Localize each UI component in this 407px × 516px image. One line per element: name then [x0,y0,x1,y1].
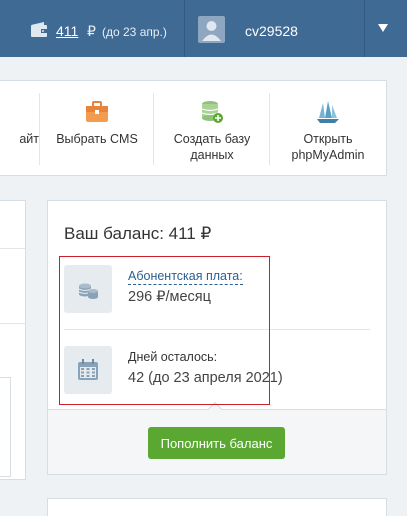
divider [0,323,25,324]
avatar [198,16,225,43]
quick-actions-bar: айт Выбрать CMS Создать базу данных Откр… [0,80,387,176]
left-panel-inner-box [0,377,11,477]
balance-widget[interactable]: 411 ₽ (до 23 апр.) [12,0,184,57]
user-menu[interactable]: cv29528 [184,0,364,57]
quick-action-partial[interactable]: айт [0,81,39,175]
quick-action-choose-cms[interactable]: Выбрать CMS [41,81,153,175]
briefcase-icon [86,101,108,122]
balance-currency: ₽ [87,23,96,39]
card-footer: Пополнить баланс [48,401,386,474]
quick-action-label: Открыть phpMyAdmin [291,132,365,162]
username: cv29528 [245,23,298,39]
quick-action-open-phpmyadmin[interactable]: Открыть phpMyAdmin [271,81,385,175]
balance-amount[interactable]: 411 [56,23,78,39]
top-up-balance-button[interactable]: Пополнить баланс [148,427,285,459]
phpmyadmin-sailboat-icon [317,101,339,123]
top-bar: 411 ₽ (до 23 апр.) cv29528 [0,0,407,57]
quick-action-label: Выбрать CMS [56,132,138,146]
caret-down-icon [378,24,388,32]
user-icon [202,21,221,41]
quick-action-create-database[interactable]: Создать базу данных [155,81,269,175]
balance-title: Ваш баланс: 411 ₽ [64,224,212,243]
divider [0,248,25,249]
database-add-icon [201,101,223,123]
divider [39,93,40,165]
user-dropdown-toggle[interactable] [364,0,407,57]
left-panel-partial [0,200,26,480]
divider [269,93,270,165]
quick-action-label: Создать базу данных [173,132,251,162]
divider [153,93,154,165]
highlight-box [59,256,270,405]
wallet-icon [31,22,47,37]
next-card-partial [47,498,387,516]
balance-until-date: (до 23 апр.) [102,25,167,39]
quick-action-label: айт [19,132,39,146]
